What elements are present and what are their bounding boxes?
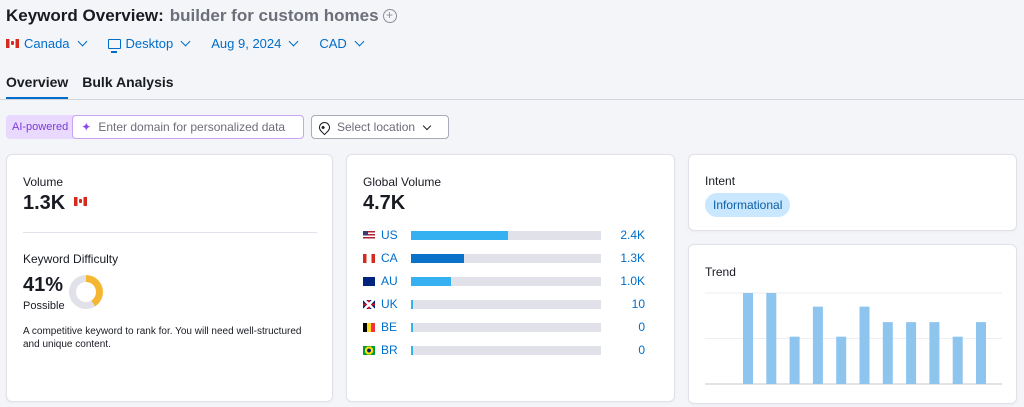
volume-bar-fill bbox=[411, 345, 413, 355]
kd-description: A competitive keyword to rank for. You w… bbox=[23, 326, 302, 350]
tab-bar: Overview Bulk Analysis bbox=[6, 74, 174, 99]
intent-badge: Informational bbox=[705, 193, 791, 217]
ca-flag-icon bbox=[363, 253, 375, 263]
device-label: Desktop bbox=[125, 36, 174, 51]
country-code[interactable]: CA bbox=[381, 251, 411, 265]
currency-dropdown[interactable]: CAD bbox=[319, 36, 365, 51]
au-flag-icon bbox=[363, 276, 375, 286]
title-prefix: Keyword Overview: bbox=[6, 6, 164, 25]
desktop-icon bbox=[107, 38, 121, 53]
country-row-us: US 2.4K bbox=[363, 228, 661, 242]
trend-bar[interactable] bbox=[882, 322, 893, 384]
location-placeholder: Select location bbox=[337, 120, 416, 134]
location-pin-icon bbox=[316, 119, 333, 135]
global-volume-value: 4.7K bbox=[363, 192, 406, 214]
be-flag-icon bbox=[363, 322, 375, 332]
volume-bar-fill bbox=[411, 230, 508, 240]
trend-bar[interactable] bbox=[812, 306, 823, 384]
intent-card: Intent Informational bbox=[688, 154, 1017, 231]
country-row-uk: UK 10 bbox=[363, 297, 661, 311]
country-volume[interactable]: 10 bbox=[632, 297, 645, 311]
volume-bar-fill bbox=[411, 253, 465, 263]
global-volume-label: Global Volume bbox=[363, 175, 442, 189]
chevron-down-icon bbox=[77, 36, 87, 47]
volume-number: 1.3K bbox=[23, 192, 66, 214]
trend-bar[interactable] bbox=[906, 322, 917, 384]
volume-bar-fill bbox=[411, 276, 451, 286]
country-row-ca: CA 1.3K bbox=[363, 251, 661, 265]
volume-bar-track bbox=[411, 253, 601, 263]
kd-donut-chart bbox=[69, 275, 103, 309]
canada-flag-icon bbox=[73, 197, 87, 206]
country-label: Canada bbox=[24, 36, 70, 51]
country-row-au: AU 1.0K bbox=[363, 274, 661, 288]
page-title: Keyword Overview: builder for custom home… bbox=[6, 6, 397, 26]
device-dropdown[interactable]: Desktop bbox=[107, 36, 191, 53]
trend-bar[interactable] bbox=[952, 336, 963, 384]
trend-bar[interactable] bbox=[976, 322, 986, 384]
trend-bar[interactable] bbox=[929, 322, 940, 384]
country-volume[interactable]: 0 bbox=[638, 343, 645, 357]
volume-card: Volume 1.3K Keyword Difficulty 41% Possi… bbox=[6, 154, 333, 402]
country-code[interactable]: AU bbox=[381, 274, 411, 288]
filter-bar: Canada Desktop Aug 9, 2024 CAD bbox=[6, 36, 365, 53]
trend-bar[interactable] bbox=[766, 293, 777, 384]
chevron-down-icon bbox=[288, 36, 299, 47]
location-select[interactable]: Select location bbox=[311, 115, 449, 139]
intent-label: Intent bbox=[705, 174, 736, 188]
chevron-down-icon bbox=[354, 36, 365, 47]
trend-bar[interactable] bbox=[743, 293, 753, 384]
sparkle-icon: ✦ bbox=[81, 120, 92, 134]
trend-bar[interactable] bbox=[859, 306, 870, 384]
trend-bar[interactable] bbox=[789, 336, 800, 384]
tab-bulk-analysis[interactable]: Bulk Analysis bbox=[82, 74, 173, 99]
kd-value: 41% bbox=[23, 274, 64, 296]
us-flag-icon bbox=[363, 230, 375, 240]
card-divider bbox=[23, 232, 317, 233]
volume-bar-fill bbox=[411, 299, 413, 309]
domain-input[interactable] bbox=[98, 120, 299, 134]
volume-label: Volume bbox=[23, 175, 64, 189]
chevron-down-icon bbox=[180, 36, 191, 47]
keyword-text: builder for custom homes bbox=[169, 6, 379, 25]
kd-label: Keyword Difficulty bbox=[23, 252, 119, 266]
canada-flag-icon bbox=[6, 39, 19, 48]
volume-bar-fill bbox=[411, 322, 413, 332]
country-volume[interactable]: 2.4K bbox=[620, 228, 645, 242]
tab-divider bbox=[0, 99, 1024, 100]
country-dropdown[interactable]: Canada bbox=[6, 36, 87, 51]
country-code[interactable]: UK bbox=[381, 297, 411, 311]
ai-powered-badge: AI-powered bbox=[6, 115, 75, 139]
br-flag-icon bbox=[363, 345, 375, 355]
global-volume-card: Global Volume 4.7K US 2.4K CA 1.3K AU 1.0K UK 1… bbox=[346, 154, 675, 402]
volume-bar-track bbox=[411, 230, 601, 240]
country-code[interactable]: US bbox=[381, 228, 411, 242]
country-volume[interactable]: 1.3K bbox=[620, 251, 645, 265]
tab-overview[interactable]: Overview bbox=[6, 74, 69, 99]
volume-bar-track bbox=[411, 345, 601, 355]
chevron-down-icon bbox=[422, 121, 432, 130]
date-label: Aug 9, 2024 bbox=[211, 36, 282, 51]
country-row-be: BE 0 bbox=[363, 320, 661, 334]
volume-bar-track bbox=[411, 276, 601, 286]
trend-chart bbox=[705, 292, 1002, 385]
country-code[interactable]: BR bbox=[381, 343, 411, 357]
page-header: Keyword Overview: builder for custom home… bbox=[0, 0, 1024, 100]
currency-label: CAD bbox=[319, 36, 347, 51]
country-row-br: BR 0 bbox=[363, 343, 661, 357]
domain-input-wrapper[interactable]: ✦ bbox=[72, 115, 305, 139]
trend-card: Trend bbox=[688, 244, 1017, 404]
country-volume[interactable]: 0 bbox=[638, 320, 645, 334]
uk-flag-icon bbox=[363, 299, 375, 309]
country-code[interactable]: BE bbox=[381, 320, 411, 334]
volume-bar-track bbox=[411, 322, 601, 332]
kd-level: Possible bbox=[23, 300, 65, 312]
country-volume[interactable]: 1.0K bbox=[620, 274, 645, 288]
trend-bar[interactable] bbox=[836, 336, 847, 384]
volume-bar-track bbox=[411, 299, 601, 309]
add-to-list-icon[interactable]: + bbox=[382, 9, 397, 23]
volume-value: 1.3K bbox=[23, 192, 87, 215]
ai-domain-bar: AI-powered ✦ Select location bbox=[6, 115, 449, 139]
date-dropdown[interactable]: Aug 9, 2024 bbox=[211, 36, 299, 51]
